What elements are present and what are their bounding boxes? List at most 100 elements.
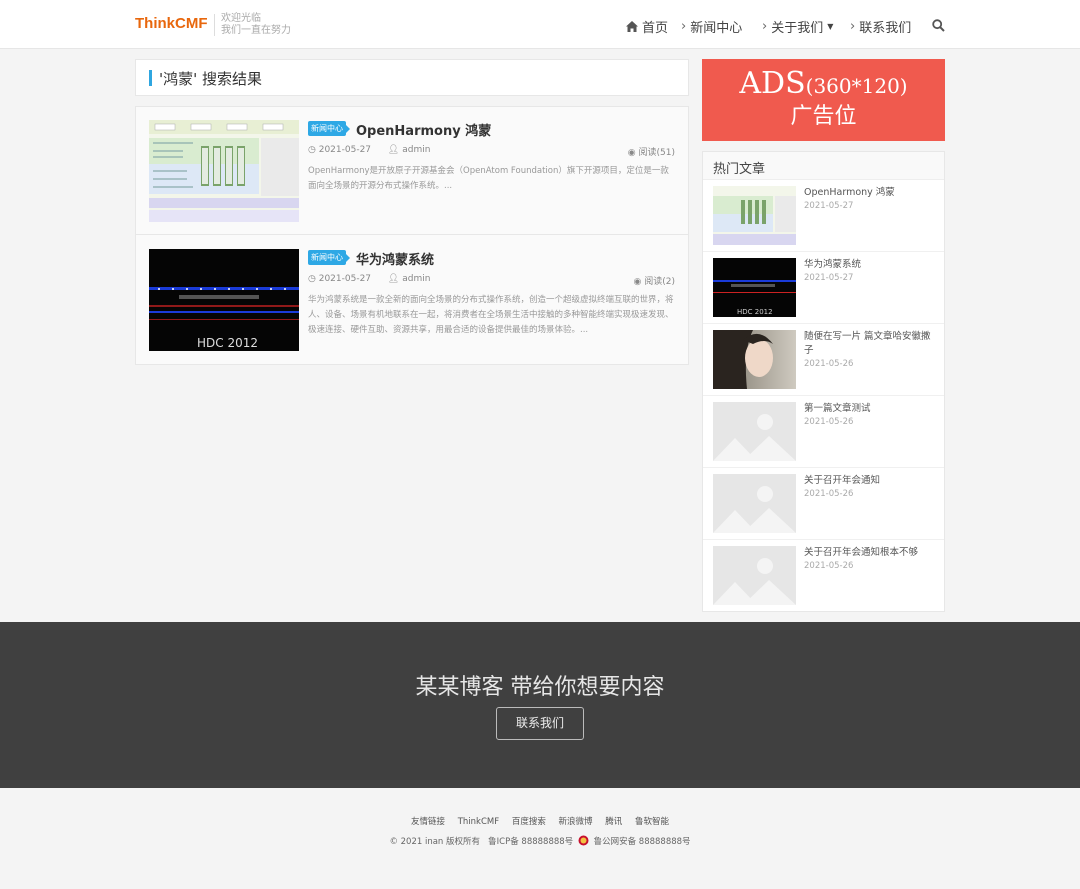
article-author: admin (402, 145, 431, 155)
hot-articles: 热门文章 OpenHarmony 鸿蒙 2021-05-27 HDC 2012 … (702, 151, 945, 612)
nav-contact-label: 联系我们 (859, 20, 912, 36)
ad-size: (360*120) (805, 74, 908, 98)
nav-home[interactable]: 首页 (626, 17, 669, 36)
search-icon[interactable] (932, 19, 945, 32)
hot-item-title: 随便在写一片 篇文章哈安徽撒子 (804, 331, 931, 356)
logo-divider (214, 14, 215, 36)
hot-thumbnail (713, 330, 796, 389)
site-slogan: 欢迎光临 我们一直在努力 (221, 13, 291, 37)
site-logo[interactable]: ThinkCMF (135, 15, 208, 32)
footer-link-tencent[interactable]: 腾讯 (605, 817, 622, 827)
hot-item-title: 第一篇文章测试 (804, 403, 871, 414)
footer-link-thinkcmf[interactable]: ThinkCMF (458, 817, 499, 827)
diagram-image (713, 186, 796, 245)
article-title[interactable]: OpenHarmony 鸿蒙 (356, 120, 491, 139)
article-meta: ◷ 2021-05-27 👤︎ admin (308, 274, 430, 284)
chevron-right-icon: › (850, 18, 856, 34)
list-item: 新闻中心 OpenHarmony 鸿蒙 ◷ 2021-05-27 👤︎ admi… (136, 107, 688, 235)
footer-link-weibo[interactable]: 新浪微博 (559, 817, 593, 827)
hot-item-date: 2021-05-26 (804, 489, 854, 499)
nav-about[interactable]: › 关于我们 ▼ (762, 17, 833, 36)
hot-item-date: 2021-05-26 (804, 417, 854, 427)
stage-photo: HDC 2012 (149, 249, 299, 351)
nav-news-label: 新闻中心 (690, 20, 743, 36)
icp-link[interactable]: 鲁ICP备 88888888号 (488, 837, 573, 847)
article-date: 2021-05-27 (318, 145, 372, 155)
nav-news[interactable]: › 新闻中心 (681, 17, 743, 36)
eye-icon: ◉ (627, 148, 636, 158)
portrait-photo (713, 330, 796, 389)
hot-thumbnail (713, 474, 796, 533)
hot-item[interactable]: 关于召开年会通知根本不够 2021-05-26 (703, 540, 944, 612)
read-count: ◉ 阅读(2) (634, 274, 675, 287)
hot-item[interactable]: 第一篇文章测试 2021-05-26 (703, 396, 944, 468)
article-meta: ◷ 2021-05-27 👤︎ admin (308, 145, 430, 155)
svg-text:HDC 2012: HDC 2012 (737, 308, 773, 316)
clock-icon: ◷ (308, 145, 316, 155)
police-link[interactable]: 鲁公网安备 88888888号 (594, 837, 691, 847)
article-date: 2021-05-27 (318, 274, 372, 284)
hot-item-date: 2021-05-27 (804, 201, 854, 211)
user-icon: 👤︎ (387, 145, 400, 155)
result-list: 新闻中心 OpenHarmony 鸿蒙 ◷ 2021-05-27 👤︎ admi… (135, 106, 689, 365)
article-excerpt: OpenHarmony是开放原子开源基金会（OpenAtom Foundatio… (308, 166, 669, 191)
footer-link-lurun[interactable]: 鲁软智能 (635, 817, 669, 827)
search-result-header: '鸿蒙' 搜索结果 (135, 59, 689, 96)
ad-banner[interactable]: ADS(360*120) 广告位 (702, 59, 945, 141)
hot-item[interactable]: 关于召开年会通知 2021-05-26 (703, 468, 944, 540)
hot-item-date: 2021-05-26 (804, 561, 854, 571)
copyright: © 2021 inan 版权所有 鲁ICP备 88888888号 鲁公网安备 8… (0, 835, 1080, 847)
chevron-right-icon: › (681, 18, 687, 34)
nav-contact[interactable]: › 联系我们 (850, 17, 912, 36)
hot-item[interactable]: OpenHarmony 鸿蒙 2021-05-27 (703, 180, 944, 252)
category-badge[interactable]: 新闻中心 (308, 121, 350, 136)
hot-thumbnail (713, 402, 796, 461)
image-placeholder-icon (713, 546, 796, 605)
read-count-label: 阅读(51) (638, 148, 675, 158)
hot-thumbnail: HDC 2012 (713, 258, 796, 317)
diagram-image (149, 120, 299, 222)
ad-line1: ADS(360*120) (702, 67, 945, 103)
hot-item[interactable]: 随便在写一片 篇文章哈安徽撒子 2021-05-26 (703, 324, 944, 396)
hot-item-date: 2021-05-27 (804, 273, 854, 283)
article-thumbnail[interactable] (149, 120, 299, 222)
user-icon: 👤︎ (387, 274, 400, 284)
hot-item-date: 2021-05-26 (804, 359, 854, 369)
hot-thumbnail (713, 546, 796, 605)
svg-text:HDC 2012: HDC 2012 (197, 336, 258, 350)
stage-photo: HDC 2012 (713, 258, 796, 317)
footer-link-baidu[interactable]: 百度搜索 (512, 817, 546, 827)
read-count: ◉ 阅读(51) (628, 145, 675, 158)
nav-about-label: 关于我们 (771, 20, 824, 36)
chevron-right-icon: › (762, 18, 768, 34)
friend-links-label: 友情链接 (410, 817, 445, 827)
contact-button[interactable]: 联系我们 (496, 707, 584, 740)
hot-thumbnail (713, 186, 796, 245)
police-badge-icon (578, 835, 589, 846)
hot-item[interactable]: HDC 2012 华为鸿蒙系统 2021-05-27 (703, 252, 944, 324)
hot-item-title: 关于召开年会通知根本不够 (804, 547, 919, 558)
accent-bar (149, 70, 152, 86)
hot-item-title: OpenHarmony 鸿蒙 (804, 187, 895, 198)
page-title: '鸿蒙' 搜索结果 (159, 70, 263, 88)
read-count-label: 阅读(2) (644, 277, 675, 287)
copyright-text: © 2021 inan 版权所有 (389, 837, 481, 847)
slogan-line1: 欢迎光临 (221, 13, 261, 24)
category-badge[interactable]: 新闻中心 (308, 250, 350, 265)
home-icon (626, 20, 638, 32)
banner-title: 某某博客 带给你想要内容 (415, 675, 665, 700)
hot-header: 热门文章 (703, 152, 944, 180)
nav-home-label: 首页 (642, 20, 669, 36)
clock-icon: ◷ (308, 274, 316, 284)
article-title[interactable]: 华为鸿蒙系统 (356, 249, 434, 268)
ad-label: ADS (739, 66, 806, 101)
hot-item-title: 华为鸿蒙系统 (804, 259, 862, 270)
article-thumbnail[interactable]: HDC 2012 (149, 249, 299, 351)
article-excerpt: 华为鸿蒙系统是一款全新的面向全场景的分布式操作系统，创造一个超级虚拟终端互联的世… (308, 295, 674, 335)
hot-item-title: 关于召开年会通知 (804, 475, 881, 486)
image-placeholder-icon (713, 474, 796, 533)
hot-title: 热门文章 (713, 162, 766, 177)
ad-line2: 广告位 (790, 104, 857, 129)
footer-links: 友情链接 ThinkCMF 百度搜索 新浪微博 腾讯 鲁软智能 (0, 815, 1080, 827)
site-header: ThinkCMF 欢迎光临 我们一直在努力 首页 › 新闻中心 › 关于我们 ▼… (0, 0, 1080, 49)
